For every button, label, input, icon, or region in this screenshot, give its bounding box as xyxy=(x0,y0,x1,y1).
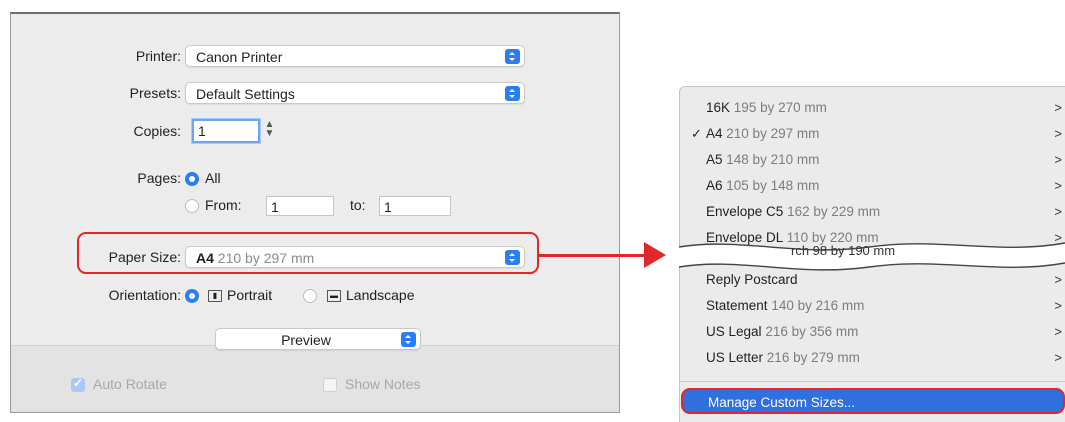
chevron-right-icon: > xyxy=(1054,126,1062,141)
checkmark-icon: ✓ xyxy=(691,126,702,141)
pages-all-radio[interactable] xyxy=(185,172,199,186)
paper-size-name: Envelope DL xyxy=(706,230,783,245)
app-options-popup[interactable]: Preview xyxy=(215,328,421,350)
paper-size-menu-item-label: Reply Postcard xyxy=(706,267,798,293)
paper-size-name: US Legal xyxy=(706,324,762,339)
paper-size-menu-item[interactable]: US Legal 216 by 356 mm > xyxy=(680,319,1065,345)
paper-size-menu-item-label: Envelope DL 110 by 220 mm xyxy=(706,225,879,251)
copies-stepper[interactable]: ▲ ▼ xyxy=(264,120,275,142)
chevron-right-icon: > xyxy=(1054,272,1062,287)
paper-size-name: Statement xyxy=(706,298,768,313)
portrait-radio[interactable] xyxy=(185,289,199,303)
paper-size-name: US Letter xyxy=(706,350,764,365)
print-dialog: Printer: Canon Printer Presets: Default … xyxy=(10,12,620,413)
landscape-radio[interactable] xyxy=(303,289,317,303)
chevron-right-icon: > xyxy=(1054,204,1062,219)
chevron-right-icon: > xyxy=(1054,178,1062,193)
landscape-icon: ▬ xyxy=(327,290,341,302)
paper-size-menu-item[interactable]: A5 148 by 210 mm > xyxy=(680,147,1065,173)
chevron-right-icon: > xyxy=(1054,100,1062,115)
paper-size-menu-item[interactable]: Statement 140 by 216 mm > xyxy=(680,293,1065,319)
manage-custom-sizes-item[interactable]: Manage Custom Sizes... xyxy=(681,388,1065,414)
chevron-right-icon: > xyxy=(1054,298,1062,313)
chevron-right-icon: > xyxy=(1054,350,1062,365)
paper-size-menu-item-label: US Letter 216 by 279 mm xyxy=(706,345,860,371)
paper-size-name: Envelope C5 xyxy=(706,204,784,219)
stepper-down-icon[interactable]: ▼ xyxy=(265,128,275,139)
paper-size-dims: 110 by 220 mm xyxy=(786,230,879,245)
popup-arrows-icon xyxy=(401,332,416,347)
paper-size-menu: 16K 195 by 270 mm > ✓ A4 210 by 297 mm > A5 1… xyxy=(679,86,1065,422)
callout-arrow-line xyxy=(538,254,644,257)
paper-size-highlight xyxy=(77,232,539,274)
app-options-value: Preview xyxy=(281,332,331,348)
pages-all-label: All xyxy=(205,170,221,186)
presets-value: Default Settings xyxy=(196,86,295,102)
paper-size-menu-item[interactable]: A6 105 by 148 mm > xyxy=(680,173,1065,199)
paper-size-dims: 105 by 148 mm xyxy=(726,178,820,193)
presets-label: Presets: xyxy=(129,85,181,101)
chevron-right-icon: > xyxy=(1054,152,1062,167)
auto-rotate-label: Auto Rotate xyxy=(93,376,167,392)
paper-size-menu-item[interactable]: US Letter 216 by 279 mm > xyxy=(680,345,1065,371)
chevron-right-icon: > xyxy=(1054,230,1062,245)
callout-arrow-head xyxy=(644,242,666,268)
portrait-label: Portrait xyxy=(227,287,273,303)
paper-size-menu-item-label: Envelope C5 162 by 229 mm xyxy=(706,199,880,225)
paper-size-name: Reply Postcard xyxy=(706,272,798,287)
popup-arrows-icon xyxy=(505,86,520,101)
paper-size-menu-item[interactable]: Envelope DL 110 by 220 mm > xyxy=(680,225,1065,251)
paper-size-name: A5 xyxy=(706,152,723,167)
auto-rotate-checkbox[interactable] xyxy=(71,376,85,392)
paper-size-name: A6 xyxy=(706,178,723,193)
paper-size-dims: 216 by 279 mm xyxy=(766,350,860,365)
paper-size-dims: 148 by 210 mm xyxy=(726,152,820,167)
paper-size-dims: 210 by 297 mm xyxy=(726,126,820,141)
paper-size-menu-item-label: 16K 195 by 270 mm xyxy=(706,95,827,121)
landscape-label: Landscape xyxy=(346,287,415,303)
printer-value: Canon Printer xyxy=(196,49,283,65)
pages-from-field[interactable]: 1 xyxy=(266,196,334,216)
portrait-icon: ▮ xyxy=(208,290,222,302)
paper-size-menu-item[interactable]: Reply Postcard > xyxy=(680,267,1065,293)
paper-size-dims: 216 by 356 mm xyxy=(765,324,859,339)
pages-from-radio[interactable] xyxy=(185,199,199,213)
paper-size-dims: 195 by 270 mm xyxy=(733,100,827,115)
paper-size-dims: 162 by 229 mm xyxy=(787,204,881,219)
paper-size-menu-item-label: Statement 140 by 216 mm xyxy=(706,293,864,319)
menu-separator xyxy=(680,381,1065,382)
popup-arrows-icon xyxy=(505,49,520,64)
show-notes-checkbox[interactable] xyxy=(323,378,337,392)
paper-size-menu-item[interactable]: Envelope C5 162 by 229 mm > xyxy=(680,199,1065,225)
paper-size-menu-item[interactable]: ✓ A4 210 by 297 mm > xyxy=(680,121,1065,147)
paper-size-menu-item-label: A6 105 by 148 mm xyxy=(706,173,819,199)
presets-popup[interactable]: Default Settings xyxy=(185,82,525,104)
pages-to-field[interactable]: 1 xyxy=(379,196,451,216)
printer-label: Printer: xyxy=(135,48,181,64)
show-notes-label: Show Notes xyxy=(345,376,421,392)
chevron-right-icon: > xyxy=(1054,324,1062,339)
printer-popup[interactable]: Canon Printer xyxy=(185,45,525,67)
paper-size-menu-item[interactable]: 16K 195 by 270 mm > xyxy=(680,95,1065,121)
orientation-label: Orientation: xyxy=(108,287,181,303)
pages-to-label: to: xyxy=(350,197,366,213)
paper-size-menu-item-label: A4 210 by 297 mm xyxy=(706,121,819,147)
paper-size-menu-item-label: US Legal 216 by 356 mm xyxy=(706,319,858,345)
pages-label: Pages: xyxy=(137,170,181,186)
pages-from-label: From: xyxy=(205,197,242,213)
copies-field[interactable]: 1 xyxy=(192,119,260,143)
paper-size-dims: 140 by 216 mm xyxy=(771,298,865,313)
copies-label: Copies: xyxy=(133,123,181,139)
paper-size-name: 16K xyxy=(706,100,731,115)
paper-size-name: A4 xyxy=(706,126,723,141)
paper-size-menu-item-label: A5 148 by 210 mm xyxy=(706,147,819,173)
